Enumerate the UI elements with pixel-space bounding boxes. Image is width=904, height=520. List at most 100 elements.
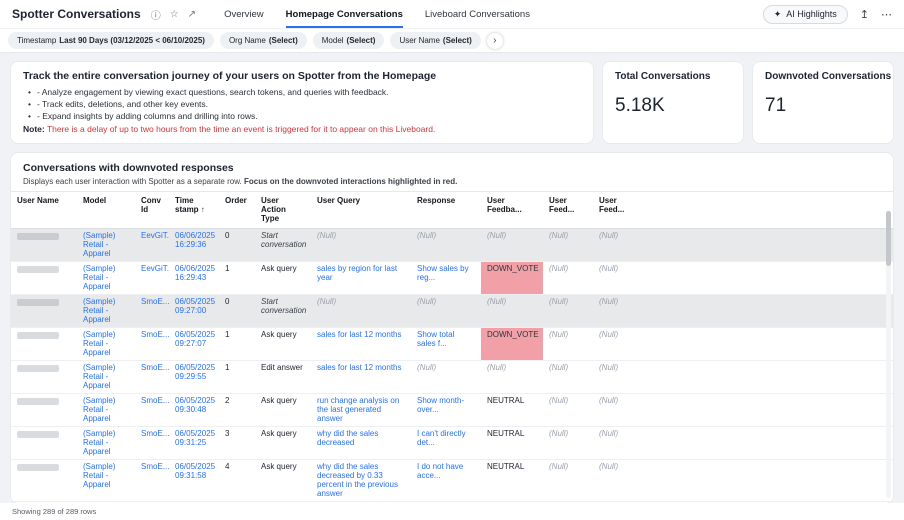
table-row[interactable]: (Sample) Retail - ApparelSmoE...06/05/20… [11, 394, 893, 427]
cell-order[interactable]: 3 [219, 427, 255, 460]
cell-timestamp[interactable]: 06/05/202509:31:58 [169, 460, 219, 502]
cell-model[interactable]: (Sample) Retail - Apparel [77, 427, 135, 460]
cell-user-query[interactable]: why did the sales decreased [311, 427, 411, 460]
cell-user-feedback-3[interactable]: (Null) [593, 361, 647, 394]
ai-highlights-button[interactable]: ✦ AI Highlights [763, 5, 848, 24]
cell-user-feedback[interactable]: (Null) [481, 361, 543, 394]
cell-user-feedback[interactable]: NEUTRAL [481, 394, 543, 427]
cell-user-feedback-2[interactable]: (Null) [543, 328, 593, 361]
cell-model[interactable]: (Sample) Retail - Apparel [77, 460, 135, 502]
cell-conv-id[interactable]: SmoE... [135, 460, 169, 502]
cell-model[interactable]: (Sample) Retail - Apparel [77, 295, 135, 328]
cell-user-feedback-2[interactable]: (Null) [543, 427, 593, 460]
column-header-time-stamp[interactable]: Time stamp ↑ [169, 192, 219, 229]
cell-response[interactable]: I do not have acce... [411, 460, 481, 502]
cell-conv-id[interactable]: SmoE... [135, 295, 169, 328]
chevron-right-icon[interactable]: › [487, 33, 503, 49]
cell-response[interactable]: (Null) [411, 361, 481, 394]
cell-user-action-type[interactable]: Ask query [255, 328, 311, 361]
cell-response[interactable]: Show month-over... [411, 394, 481, 427]
cell-timestamp[interactable]: 06/05/202509:30:48 [169, 394, 219, 427]
cell-order[interactable]: 1 [219, 361, 255, 394]
cell-user-feedback-2[interactable]: (Null) [543, 394, 593, 427]
cell-user-query[interactable]: sales by region for last year [311, 262, 411, 295]
cell-user-action-type[interactable]: Ask query [255, 427, 311, 460]
column-header-user-name[interactable]: User Name [11, 192, 77, 229]
table-row[interactable]: (Sample) Retail - ApparelEevGiT...06/06/… [11, 229, 893, 262]
cell-response[interactable]: (Null) [411, 229, 481, 262]
column-header-model[interactable]: Model [77, 192, 135, 229]
cell-order[interactable]: 0 [219, 295, 255, 328]
info-icon[interactable]: ⓘ [151, 7, 161, 22]
more-options-icon[interactable]: ⋯ [881, 8, 892, 21]
kpi-downvoted-conversations[interactable]: Downvoted Conversations 71 [752, 61, 894, 144]
cell-user-query[interactable]: (Null) [311, 229, 411, 262]
cell-timestamp[interactable]: 06/05/202509:29:55 [169, 361, 219, 394]
tab-homepage-conversations[interactable]: Homepage Conversations [286, 0, 403, 28]
cell-model[interactable]: (Sample) Retail - Apparel [77, 328, 135, 361]
sort-ascending-icon[interactable]: ↑ [199, 205, 205, 214]
cell-conv-id[interactable]: SmoE... [135, 427, 169, 460]
share-icon[interactable]: ↗ [188, 9, 196, 20]
cell-timestamp[interactable]: 06/05/202509:27:00 [169, 295, 219, 328]
cell-user-name[interactable] [11, 460, 77, 502]
cell-conv-id[interactable]: EevGiT... [135, 229, 169, 262]
cell-order[interactable]: 1 [219, 328, 255, 361]
cell-user-feedback-2[interactable]: (Null) [543, 460, 593, 502]
cell-user-query[interactable]: sales for last 12 months [311, 361, 411, 394]
cell-user-feedback-2[interactable]: (Null) [543, 361, 593, 394]
cell-user-action-type[interactable]: Ask query [255, 394, 311, 427]
cell-timestamp[interactable]: 06/05/202509:31:25 [169, 427, 219, 460]
column-header-user-feed[interactable]: User Feed... [543, 192, 593, 229]
cell-model[interactable]: (Sample) Retail - Apparel [77, 394, 135, 427]
tab-overview[interactable]: Overview [224, 0, 264, 28]
cell-response[interactable]: I can't directly det... [411, 427, 481, 460]
favorite-star-icon[interactable]: ☆ [170, 9, 179, 20]
table-row[interactable]: (Sample) Retail - ApparelSmoE...06/05/20… [11, 295, 893, 328]
cell-user-feedback-3[interactable]: (Null) [593, 262, 647, 295]
cell-user-action-type[interactable]: Start conversation [255, 229, 311, 262]
cell-user-query[interactable]: sales for last 12 months [311, 328, 411, 361]
cell-user-feedback-2[interactable]: (Null) [543, 295, 593, 328]
cell-user-action-type[interactable]: Ask query [255, 262, 311, 295]
cell-user-action-type[interactable]: Edit answer [255, 361, 311, 394]
cell-conv-id[interactable]: SmoE... [135, 361, 169, 394]
column-header-user-action-type[interactable]: User Action Type [255, 192, 311, 229]
filter-chip-org-name[interactable]: Org Name (Select) [220, 32, 307, 49]
cell-user-query[interactable]: why did the sales decreased by 0.33 perc… [311, 460, 411, 502]
cell-user-feedback[interactable]: (Null) [481, 295, 543, 328]
column-header-order[interactable]: Order [219, 192, 255, 229]
column-header-response[interactable]: Response [411, 192, 481, 229]
table-row[interactable]: (Sample) Retail - ApparelEevGiT...06/06/… [11, 262, 893, 295]
cell-user-name[interactable] [11, 229, 77, 262]
cell-response[interactable]: Show total sales f... [411, 328, 481, 361]
cell-order[interactable]: 4 [219, 460, 255, 502]
cell-user-feedback-3[interactable]: (Null) [593, 295, 647, 328]
cell-user-feedback[interactable]: NEUTRAL [481, 460, 543, 502]
cell-user-name[interactable] [11, 427, 77, 460]
cell-user-name[interactable] [11, 295, 77, 328]
column-header-user-query[interactable]: User Query [311, 192, 411, 229]
cell-user-feedback[interactable]: NEUTRAL [481, 427, 543, 460]
cell-user-feedback-3[interactable]: (Null) [593, 328, 647, 361]
cell-user-name[interactable] [11, 328, 77, 361]
cell-response[interactable]: Show sales by reg... [411, 262, 481, 295]
cell-user-query[interactable]: (Null) [311, 295, 411, 328]
table-row[interactable]: (Sample) Retail - ApparelSmoE...06/05/20… [11, 328, 893, 361]
cell-timestamp[interactable]: 06/05/202509:27:07 [169, 328, 219, 361]
cell-user-feedback-3[interactable]: (Null) [593, 460, 647, 502]
cell-conv-id[interactable]: EevGiT... [135, 262, 169, 295]
export-icon[interactable]: ↥ [860, 8, 869, 21]
tab-liveboard-conversations[interactable]: Liveboard Conversations [425, 0, 530, 28]
column-header-user-feedba[interactable]: User Feedba... [481, 192, 543, 229]
cell-user-query[interactable]: run change analysis on the last generate… [311, 394, 411, 427]
column-header-conv-id[interactable]: Conv Id [135, 192, 169, 229]
vertical-scrollbar[interactable] [886, 211, 891, 498]
cell-user-feedback-2[interactable]: (Null) [543, 262, 593, 295]
filter-chip-user-name[interactable]: User Name (Select) [390, 32, 480, 49]
kpi-total-conversations[interactable]: Total Conversations 5.18K [602, 61, 744, 144]
cell-user-feedback-3[interactable]: (Null) [593, 229, 647, 262]
cell-user-name[interactable] [11, 394, 77, 427]
cell-conv-id[interactable]: SmoE... [135, 328, 169, 361]
cell-order[interactable]: 0 [219, 229, 255, 262]
